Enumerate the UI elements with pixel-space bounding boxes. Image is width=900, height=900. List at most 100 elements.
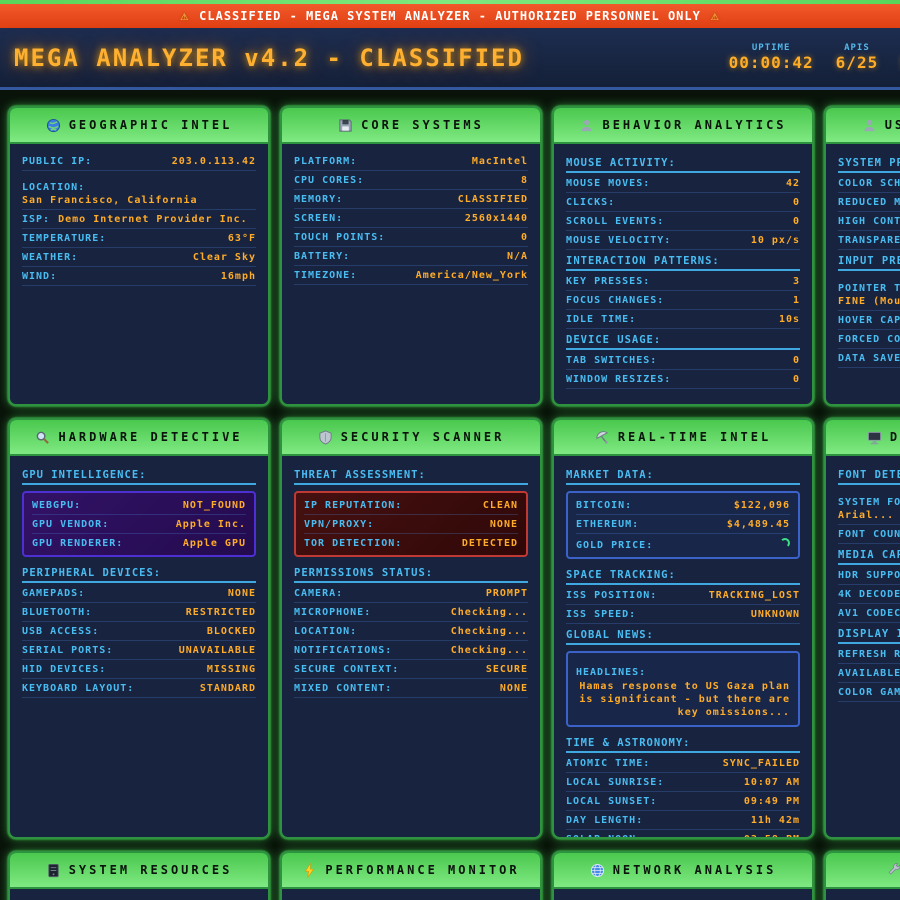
data-row: PUBLIC IP:203.0.113.42 bbox=[22, 152, 256, 171]
data-row: ISS POSITION:TRACKING_LOST bbox=[566, 586, 800, 605]
panel-body-experiments bbox=[826, 889, 900, 900]
data-row: ETHEREUM:$4,489.45 bbox=[576, 515, 790, 534]
warning-icon: ⚠ bbox=[711, 9, 720, 24]
data-row: HOVER CAPABILITY: bbox=[838, 311, 900, 330]
highlight-box: IP REPUTATION:CLEANVPN/PROXY:NONETOR DET… bbox=[294, 491, 528, 557]
row-value: 11h 42m bbox=[751, 815, 800, 826]
row-label: COLOR GAMUT: bbox=[838, 687, 900, 698]
data-row: COLOR GAMUT: bbox=[838, 683, 900, 702]
stat-label: UPTIME bbox=[729, 43, 814, 53]
data-row: MOUSE MOVES:42 bbox=[566, 174, 800, 193]
row-value: Demo Internet Provider Inc. bbox=[58, 214, 248, 225]
row-label: CPU CORES: bbox=[294, 175, 364, 186]
panel-body-core-systems: PLATFORM:MacIntelCPU CORES:8MEMORY:CLASS… bbox=[282, 144, 540, 404]
row-value: BLOCKED bbox=[207, 626, 256, 637]
row-value: 0 bbox=[521, 232, 528, 243]
row-label: GPU RENDERER: bbox=[32, 538, 123, 549]
header-stat-apis: APIS6/25 bbox=[836, 43, 879, 72]
panel-body-behavior-analytics: MOUSE ACTIVITY:MOUSE MOVES:42CLICKS:0SCR… bbox=[554, 144, 812, 404]
header-stats: UPTIME00:00:42APIS6/25THREATSEVERE bbox=[729, 43, 900, 72]
stat-label: APIS bbox=[836, 43, 879, 53]
section-title: GLOBAL NEWS: bbox=[566, 624, 800, 645]
header-stat-uptime: UPTIME00:00:42 bbox=[729, 43, 814, 72]
data-row: BATTERY: N/A bbox=[294, 247, 528, 266]
globe-grid-icon bbox=[590, 863, 605, 878]
shield-icon bbox=[318, 430, 333, 445]
data-row: SCREEN:2560x1440 bbox=[294, 209, 528, 228]
row-value: 10 px/s bbox=[751, 235, 800, 246]
panel-body-display-media: FONT DETECTION:SYSTEM FONTS:Arial...FONT… bbox=[826, 456, 900, 837]
row-label: IP REPUTATION: bbox=[304, 500, 402, 511]
data-row: USB ACCESS:BLOCKED bbox=[22, 622, 256, 641]
data-row: GAMEPADS: NONE bbox=[22, 584, 256, 603]
row-value: CLASSIFIED bbox=[458, 194, 528, 205]
row-value: 10s bbox=[779, 314, 800, 325]
panel-header-network-analysis: NETWORK ANALYSIS bbox=[554, 853, 812, 889]
data-row: MOUSE VELOCITY:10 px/s bbox=[566, 231, 800, 250]
section-title: MOUSE ACTIVITY: bbox=[566, 152, 800, 173]
row-label: WEATHER: bbox=[22, 252, 78, 263]
data-row: IP REPUTATION: CLEAN bbox=[304, 496, 518, 515]
row-label: TIMEZONE: bbox=[294, 270, 357, 281]
row-value: NONE bbox=[228, 588, 256, 599]
data-row: AV1 CODEC: bbox=[838, 604, 900, 623]
person-icon bbox=[579, 118, 594, 133]
row-value: MISSING bbox=[207, 664, 256, 675]
data-row: PLATFORM:MacIntel bbox=[294, 152, 528, 171]
row-label: BATTERY: bbox=[294, 251, 350, 262]
panel-display-media: DISPLAY & MEDIAFONT DETECTION:SYSTEM FON… bbox=[824, 418, 900, 839]
server-icon bbox=[46, 863, 61, 878]
data-row: WIND:16mph bbox=[22, 267, 256, 286]
row-label: GAMEPADS: bbox=[22, 588, 85, 599]
row-label: LOCATION: bbox=[294, 626, 357, 637]
data-row: VPN/PROXY:NONE bbox=[304, 515, 518, 534]
section-title: MEDIA CAPABILITIES: bbox=[838, 544, 900, 565]
row-label: SOLAR NOON: bbox=[566, 834, 643, 837]
data-row: TIMEZONE:America/New_York bbox=[294, 266, 528, 285]
row-value: PROMPT bbox=[486, 588, 528, 599]
row-label: TAB SWITCHES: bbox=[566, 355, 657, 366]
section-title: TIME & ASTRONOMY: bbox=[566, 732, 800, 753]
panel-header-security-scanner: SECURITY SCANNER bbox=[282, 420, 540, 456]
panel-body-geographic-intel: PUBLIC IP:203.0.113.42LOCATION:San Franc… bbox=[10, 144, 268, 404]
row-label: FORCED COLORS: bbox=[838, 334, 900, 345]
row-value: N/A bbox=[507, 251, 528, 262]
row-value: Apple Inc. bbox=[176, 519, 246, 530]
data-row: GPU VENDOR: Apple Inc. bbox=[32, 515, 246, 534]
row-label: MEMORY: bbox=[294, 194, 343, 205]
row-label: SCROLL EVENTS: bbox=[566, 216, 664, 227]
panel-network-analysis: NETWORK ANALYSIS bbox=[552, 851, 814, 900]
row-label: AV1 CODEC: bbox=[838, 608, 900, 619]
panel-title: BEHAVIOR ANALYTICS bbox=[602, 118, 786, 132]
row-label: HID DEVICES: bbox=[22, 664, 106, 675]
row-label: HEADLINES: bbox=[576, 667, 646, 678]
highlight-box: BITCOIN:$122,096ETHEREUM:$4,489.45GOLD P… bbox=[566, 491, 800, 559]
panel-core-systems: CORE SYSTEMSPLATFORM:MacIntelCPU CORES:8… bbox=[280, 106, 542, 406]
row-label: GPU VENDOR: bbox=[32, 519, 109, 530]
lightning-icon bbox=[302, 863, 317, 878]
row-label: PUBLIC IP: bbox=[22, 156, 92, 167]
row-value: DETECTED bbox=[462, 538, 518, 549]
row-label: WEBGPU: bbox=[32, 500, 81, 511]
row-label: MICROPHONE: bbox=[294, 607, 371, 618]
row-label: ISS POSITION: bbox=[566, 590, 657, 601]
row-label: TEMPERATURE: bbox=[22, 233, 106, 244]
data-row: NOTIFICATIONS:Checking... bbox=[294, 641, 528, 660]
row-value: 63°F bbox=[228, 233, 256, 244]
row-value: 42 bbox=[786, 178, 800, 189]
row-value: STANDARD bbox=[200, 683, 256, 694]
data-row: SCROLL EVENTS:0 bbox=[566, 212, 800, 231]
row-value: 03:58 PM bbox=[744, 834, 800, 837]
row-label: PLATFORM: bbox=[294, 156, 357, 167]
section-title: FONT DETECTION: bbox=[838, 464, 900, 485]
data-row: COLOR SCHEME: bbox=[838, 174, 900, 193]
row-label: FONT COUNT: bbox=[838, 529, 900, 540]
row-value: Checking... bbox=[451, 626, 528, 637]
panel-header-core-systems: CORE SYSTEMS bbox=[282, 108, 540, 144]
data-row: HID DEVICES: MISSING bbox=[22, 660, 256, 679]
row-value: CLEAN bbox=[483, 500, 518, 511]
row-value: NONE bbox=[500, 683, 528, 694]
row-label: SCREEN: bbox=[294, 213, 343, 224]
row-label: LOCATION: bbox=[22, 182, 85, 193]
row-label: TRANSPARENCY: bbox=[838, 235, 900, 246]
